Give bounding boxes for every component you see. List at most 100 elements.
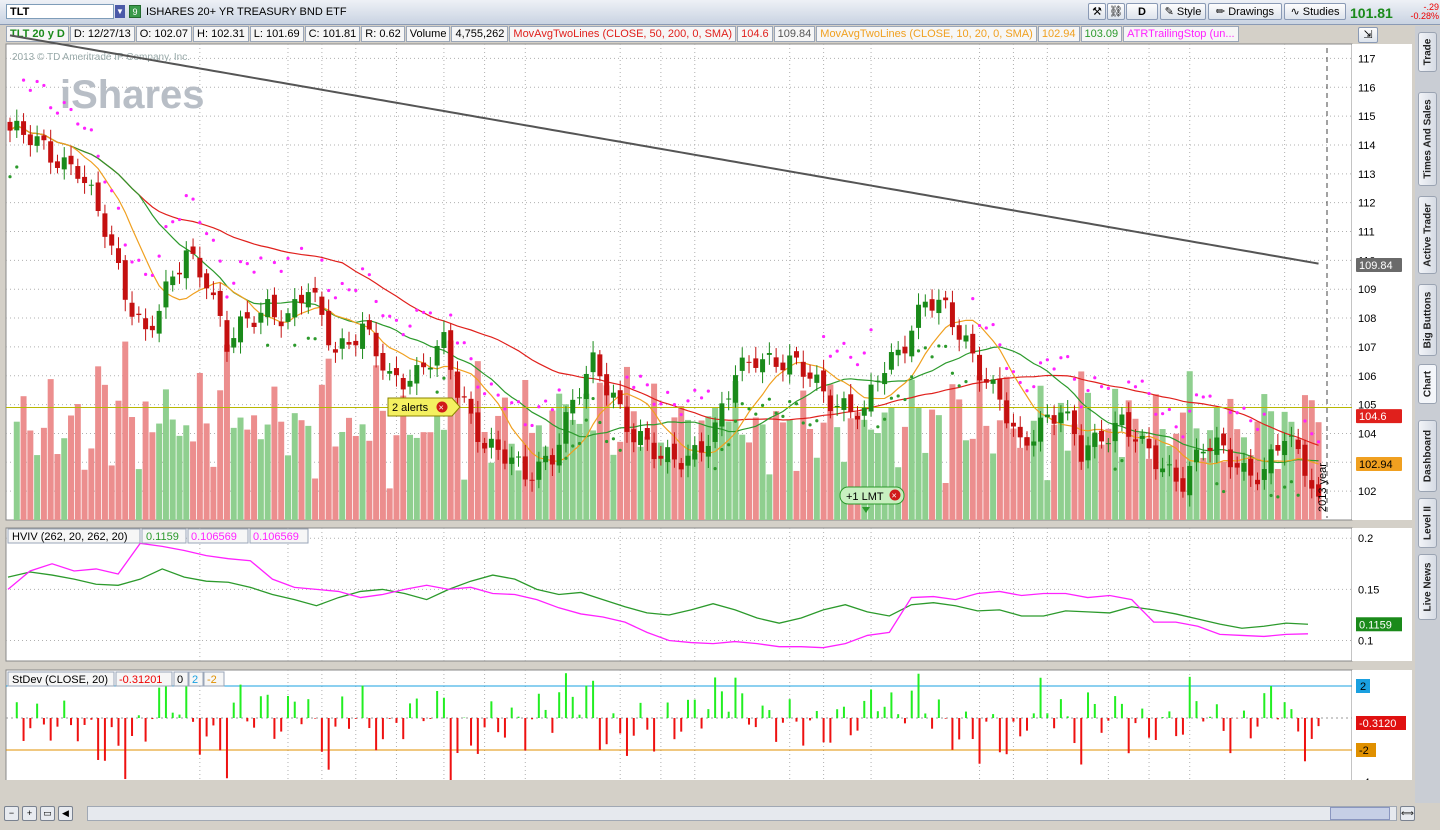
volume-bar xyxy=(929,409,936,520)
candle-body xyxy=(380,352,386,371)
candle-body xyxy=(726,398,732,400)
candle-body xyxy=(983,379,989,383)
volume-bar xyxy=(20,396,27,520)
stdev-bar xyxy=(1181,718,1184,735)
stdev-bar xyxy=(422,718,425,722)
candle-body xyxy=(339,338,345,349)
volume-bar xyxy=(779,422,786,520)
stdev-bar xyxy=(558,692,561,718)
stdev-bar xyxy=(22,718,25,741)
tab-times-and-sales[interactable]: Times And Sales xyxy=(1418,92,1437,186)
zoom-out-icon[interactable]: − xyxy=(4,806,19,821)
atr-dot xyxy=(618,448,622,452)
stdev-bar xyxy=(815,710,818,718)
tab-chart[interactable]: Chart xyxy=(1418,364,1437,404)
stdev-bar xyxy=(178,714,181,718)
volume-bar xyxy=(305,425,312,520)
candle-body xyxy=(597,354,603,377)
atr-dot xyxy=(198,220,202,225)
stdev-bar xyxy=(842,706,845,718)
candle-body xyxy=(909,330,915,357)
candle-body xyxy=(1282,440,1288,456)
volume-bar xyxy=(1064,450,1071,520)
stdev-bar xyxy=(564,673,567,718)
stdev-bar xyxy=(1073,718,1076,744)
tab-live-news[interactable]: Live News xyxy=(1418,554,1437,620)
volume-bar xyxy=(122,341,129,520)
tab-big-buttons[interactable]: Big Buttons xyxy=(1418,284,1437,356)
candle-body xyxy=(1268,449,1274,474)
stdev-bar xyxy=(1283,702,1286,718)
candle-body xyxy=(760,359,766,373)
zoom-fit-icon[interactable]: ▭ xyxy=(40,806,55,821)
volume-bar xyxy=(244,429,251,520)
atr-dot xyxy=(401,333,405,337)
volume-bar xyxy=(223,344,230,520)
stdev-bar xyxy=(1046,713,1049,718)
candle-body xyxy=(990,379,996,384)
candle-body xyxy=(143,318,149,330)
tab-trade[interactable]: Trade xyxy=(1418,32,1437,72)
atr-dot xyxy=(822,334,826,339)
volume-bar xyxy=(13,421,20,520)
time-scrollbar[interactable] xyxy=(87,806,1397,821)
iv-value: 0.106569 xyxy=(191,531,237,543)
candle-body xyxy=(1044,414,1050,418)
atr-dot xyxy=(950,371,955,375)
candle-body xyxy=(1146,438,1152,449)
atr-dot xyxy=(1072,377,1077,381)
candle-body xyxy=(299,294,305,304)
candle-body xyxy=(1261,468,1267,480)
candle-body xyxy=(1166,464,1172,466)
stdev-title[interactable]: StDev (CLOSE, 20) xyxy=(12,674,108,686)
atr-dot xyxy=(598,420,602,425)
scroll-left-icon[interactable]: ◀ xyxy=(58,806,73,821)
volume-bar xyxy=(312,478,319,520)
zoom-in-icon[interactable]: + xyxy=(22,806,37,821)
alerts-marker[interactable]: 2 alerts × xyxy=(387,397,461,417)
tab-dashboard[interactable]: Dashboard xyxy=(1418,420,1437,492)
stdev-bar xyxy=(1093,703,1096,718)
candle-body xyxy=(1085,445,1091,461)
ma10-badge: 102.94 xyxy=(1359,459,1393,471)
stdev-bar xyxy=(36,703,39,718)
candle-body xyxy=(414,365,420,384)
atr-dot xyxy=(672,403,677,407)
price-tick-label: 113 xyxy=(1358,169,1376,181)
tab-level-ii[interactable]: Level II xyxy=(1418,498,1437,548)
candle-body xyxy=(841,398,847,410)
atr-dot xyxy=(279,269,283,273)
atr-dot xyxy=(530,423,534,428)
stdev-bar xyxy=(809,718,812,721)
candle-body xyxy=(516,456,521,458)
atr-dot xyxy=(103,180,107,184)
tab-active-trader[interactable]: Active Trader xyxy=(1418,196,1437,274)
scrollbar-thumb[interactable] xyxy=(1330,807,1390,820)
candle-body xyxy=(577,397,583,399)
stdev-bar xyxy=(517,716,520,718)
stdev-bar xyxy=(1066,716,1069,718)
hviv-title[interactable]: HVIV (262, 20, 262, 20) xyxy=(12,531,128,543)
atr-dot xyxy=(706,389,710,393)
chart-canvas[interactable]: 2013 © TD Ameritrade IP Company, Inc. iS… xyxy=(0,0,1415,780)
volume-bar xyxy=(1139,432,1146,520)
stdev-bar xyxy=(700,718,703,729)
stdev-lower: -2 xyxy=(207,674,217,686)
atr-dot xyxy=(69,107,73,112)
atr-dot xyxy=(910,375,914,379)
candle-body xyxy=(1194,449,1199,463)
atr-dot xyxy=(354,288,358,293)
stdev-bar xyxy=(978,718,981,764)
candle-body xyxy=(265,299,271,318)
atr-dot xyxy=(259,256,263,260)
atr-dot xyxy=(1215,482,1219,486)
volume-bar xyxy=(488,462,495,520)
lmt-label: +1 LMT xyxy=(846,491,884,503)
price-tick-label: 108 xyxy=(1358,313,1376,325)
expand-icon[interactable]: ⟺ xyxy=(1400,806,1415,821)
atr-dot xyxy=(1194,393,1199,397)
candle-body xyxy=(848,394,854,413)
stdev-bar xyxy=(605,718,608,745)
stdev-bar xyxy=(1127,718,1130,754)
volume-bar xyxy=(515,470,522,520)
